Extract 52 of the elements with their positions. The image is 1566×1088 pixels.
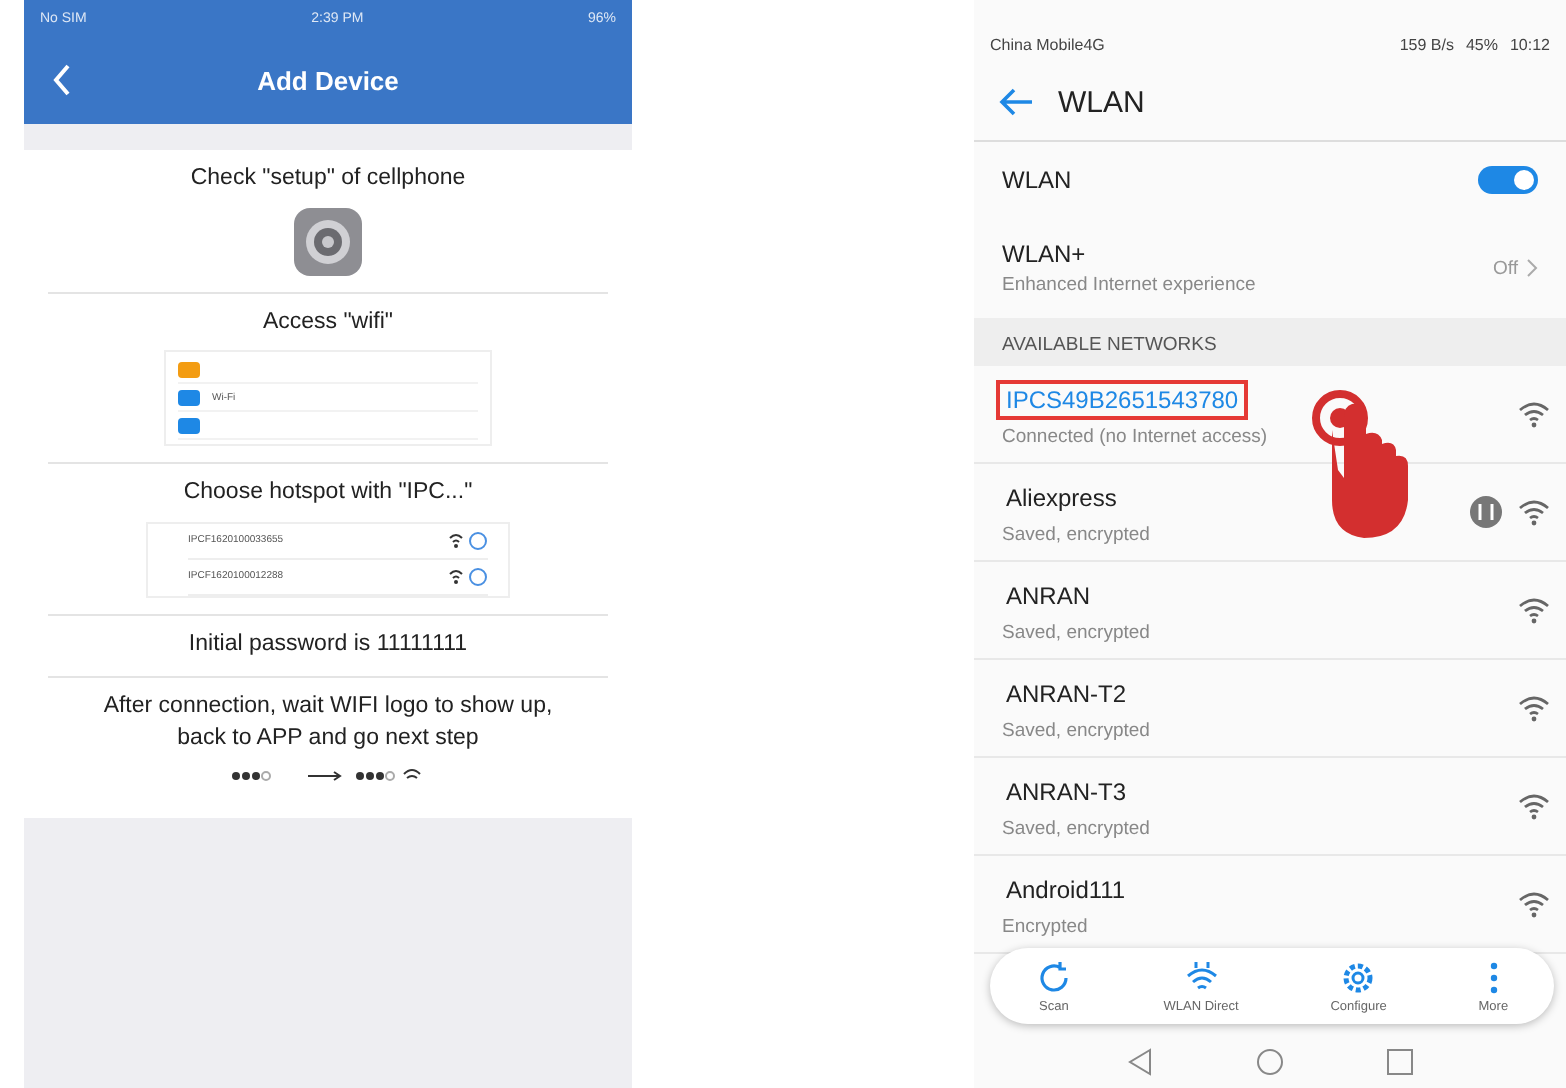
wifi-icon <box>1518 596 1550 624</box>
network-status: Encrypted <box>1002 916 1090 938</box>
instruction-text: After connection, wait WIFI logo to show up, back to APP and go next step <box>101 692 555 754</box>
app-icon <box>178 389 200 406</box>
network-item[interactable]: ANRAN-T3 Saved, encrypted <box>974 758 1566 856</box>
back-icon[interactable] <box>1125 1048 1154 1076</box>
network-status: Saved, encrypted <box>1002 622 1152 644</box>
network-status: Saved, encrypted <box>1002 524 1152 546</box>
instruction-text: Access "wifi" <box>262 307 394 338</box>
more-icon <box>1487 959 1500 995</box>
home-icon[interactable] <box>1255 1048 1284 1076</box>
network-name: Aliexpress <box>1004 482 1119 516</box>
network-item[interactable]: ANRAN-T2 Saved, encrypted <box>974 660 1566 758</box>
network-status: Saved, encrypted <box>1002 720 1152 742</box>
app-icon <box>178 361 200 378</box>
wifi-icon <box>1518 694 1550 722</box>
instruction-text: Check "setup" of cellphone <box>190 164 466 194</box>
network-item[interactable]: ANRAN Saved, encrypted <box>974 562 1566 660</box>
app-icon <box>178 417 200 434</box>
battery-label: 45% <box>1465 35 1498 53</box>
setting-label: WLAN+ <box>1002 240 1088 268</box>
instruction-text: Initial password is 11111111 <box>188 629 468 660</box>
network-name: ANRAN-T3 <box>1004 776 1129 810</box>
network-status: Connected (no Internet access) <box>1002 426 1270 448</box>
wifi-info-icon <box>448 531 488 550</box>
screen-title: WLAN <box>1058 85 1145 119</box>
wifi-direct-icon <box>1183 959 1220 995</box>
wlan-toggle[interactable] <box>1478 166 1538 194</box>
network-name: ANRAN <box>1004 580 1093 614</box>
refresh-icon <box>1035 959 1072 995</box>
time-label: 10:12 <box>1509 35 1550 53</box>
back-arrow-icon[interactable] <box>998 88 1034 116</box>
network-status: Saved, encrypted <box>1002 818 1152 840</box>
network-name: IPCS49B2651543780 <box>996 380 1249 420</box>
wifi-info-icon <box>448 567 488 586</box>
wifi-icon <box>1518 400 1550 428</box>
section-header: AVAILABLE NETWORKS <box>974 318 1566 366</box>
screen-title: Add Device <box>255 65 401 95</box>
chevron-icon <box>1526 258 1538 278</box>
settings-app-icon <box>294 207 362 276</box>
network-name: ANRAN-T2 <box>1004 678 1129 712</box>
setting-label: WLAN <box>1002 166 1072 194</box>
speed-label: 159 B/s <box>1399 35 1454 53</box>
network-name: Android111 <box>1004 874 1128 908</box>
setting-description: Enhanced Internet experience <box>1002 274 1258 296</box>
instruction-text: Choose hotspot with "IPC..." <box>183 478 473 509</box>
gear-icon <box>1340 959 1377 995</box>
wifi-icon <box>1518 792 1550 820</box>
recents-icon[interactable] <box>1386 1048 1415 1076</box>
wifi-icon <box>1518 498 1550 526</box>
wifi-icon <box>1518 890 1550 918</box>
carrier-label: China Mobile4G <box>990 35 1105 53</box>
